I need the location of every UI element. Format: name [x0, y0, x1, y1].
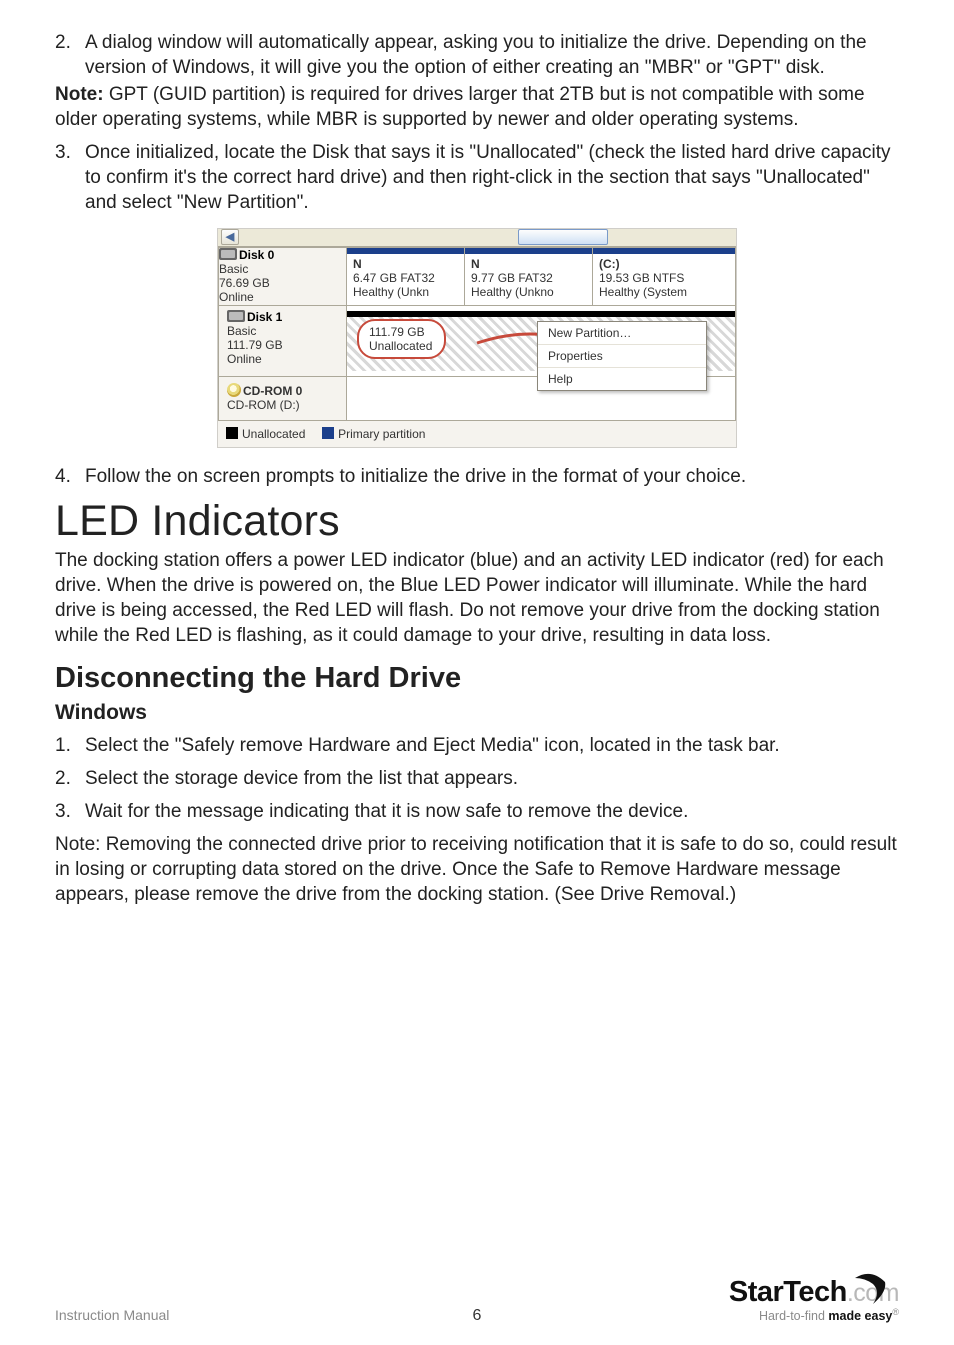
- legend-unallocated-swatch: [226, 427, 238, 439]
- menu-new-partition[interactable]: New Partition…: [538, 322, 706, 345]
- legend: Unallocated Primary partition: [218, 421, 736, 447]
- swoosh-icon: [851, 1272, 889, 1308]
- step-2: 2. A dialog window will automatically ap…: [55, 30, 899, 80]
- disc-step-2-num: 2.: [55, 766, 71, 791]
- disk1-status: Online: [227, 352, 338, 366]
- vol3-size: 19.53 GB NTFS: [599, 271, 729, 285]
- vol2-size: 9.77 GB FAT32: [471, 271, 586, 285]
- led-paragraph: The docking station offers a power LED i…: [55, 548, 899, 648]
- callout-bubble: 111.79 GB Unallocated: [357, 319, 446, 359]
- disk0-size: 76.69 GB: [219, 276, 346, 290]
- disc-step-1: 1. Select the "Safely remove Hardware an…: [55, 733, 899, 758]
- step-2-num: 2.: [55, 30, 71, 55]
- horizontal-scrollbar[interactable]: ◀: [218, 229, 736, 247]
- subheading-windows: Windows: [55, 701, 899, 725]
- step-4-text: Follow the on screen prompts to initiali…: [85, 466, 746, 487]
- disk0-title: Disk 0: [219, 248, 346, 262]
- vol3-letter: (C:): [599, 257, 729, 271]
- step-3: 3. Once initialized, locate the Disk tha…: [55, 140, 899, 215]
- disc-step-3-text: Wait for the message indicating that it …: [85, 801, 688, 822]
- vol2-letter: N: [471, 257, 586, 271]
- callout-status: Unallocated: [369, 339, 432, 353]
- disc-step-2: 2. Select the storage device from the li…: [55, 766, 899, 791]
- footer-page-number: 6: [473, 1307, 482, 1325]
- disc-step-3-num: 3.: [55, 799, 71, 824]
- disk-icon: [227, 310, 245, 322]
- heading-disconnecting: Disconnecting the Hard Drive: [55, 662, 899, 695]
- disk0-row: Disk 0 Basic 76.69 GB Online N 6.47 GB F…: [219, 247, 736, 305]
- footer-instruction-manual: Instruction Manual: [55, 1307, 169, 1323]
- disk1-title: Disk 1: [227, 310, 338, 324]
- disk-management-diagram: ◀ Disk 0 Basic 76.69 GB Online N 6.47 GB…: [217, 228, 737, 448]
- vol2-status: Healthy (Unkno: [471, 285, 586, 299]
- scroll-thumb[interactable]: [518, 229, 608, 245]
- vol1-status: Healthy (Unkn: [353, 285, 458, 299]
- page-footer: Instruction Manual 6 StarTech.com Hard-t…: [55, 1276, 899, 1323]
- callout-size: 111.79 GB: [369, 325, 432, 339]
- volume-3[interactable]: (C:) 19.53 GB NTFS Healthy (System: [593, 254, 735, 305]
- note-paragraph: Note: GPT (GUID partition) is required f…: [55, 82, 899, 132]
- disk1-row: Disk 1 Basic 111.79 GB Online 111.79 GB …: [219, 305, 736, 376]
- disk1-type: Basic: [227, 324, 338, 338]
- note-text: GPT (GUID partition) is required for dri…: [55, 84, 865, 130]
- note-label: Note:: [55, 84, 104, 105]
- disc-step-3: 3. Wait for the message indicating that …: [55, 799, 899, 824]
- menu-properties[interactable]: Properties: [538, 345, 706, 368]
- cdrom-title: CD-ROM 0: [227, 383, 338, 398]
- startech-logo: StarTech.com Hard-to-find made easy®: [729, 1276, 899, 1323]
- step-4-num: 4.: [55, 464, 71, 489]
- scroll-left-arrow-icon[interactable]: ◀: [221, 229, 239, 245]
- brand-tagline: Hard-to-find made easy®: [729, 1307, 899, 1323]
- vol1-size: 6.47 GB FAT32: [353, 271, 458, 285]
- legend-primary-swatch: [322, 427, 334, 439]
- heading-led-indicators: LED Indicators: [55, 497, 899, 546]
- step-3-num: 3.: [55, 140, 71, 165]
- step-2-text: A dialog window will automatically appea…: [85, 32, 867, 78]
- context-menu: New Partition… Properties Help: [537, 321, 707, 391]
- step-4: 4. Follow the on screen prompts to initi…: [55, 464, 899, 489]
- cdrom-sub: CD-ROM (D:): [227, 398, 338, 412]
- disc-step-2-text: Select the storage device from the list …: [85, 768, 518, 789]
- brand-name: StarTech: [729, 1276, 847, 1308]
- disk0-status: Online: [219, 290, 346, 304]
- disc-note: Note: Removing the connected drive prior…: [55, 832, 899, 907]
- disc-step-1-text: Select the "Safely remove Hardware and E…: [85, 735, 780, 756]
- volume-2[interactable]: N 9.77 GB FAT32 Healthy (Unkno: [465, 254, 592, 305]
- volume-1[interactable]: N 6.47 GB FAT32 Healthy (Unkn: [347, 254, 464, 305]
- vol1-letter: N: [353, 257, 458, 271]
- unallocated-region[interactable]: 111.79 GB Unallocated New Partition… Pro…: [347, 317, 735, 371]
- legend-unallocated-label: Unallocated: [242, 427, 305, 441]
- disc-step-1-num: 1.: [55, 733, 71, 758]
- disk-icon: [219, 248, 237, 260]
- disk0-type: Basic: [219, 262, 346, 276]
- cdrom-icon: [227, 383, 241, 397]
- step-3-text: Once initialized, locate the Disk that s…: [85, 142, 891, 213]
- legend-primary-label: Primary partition: [338, 427, 425, 441]
- vol3-status: Healthy (System: [599, 285, 729, 299]
- menu-help[interactable]: Help: [538, 368, 706, 390]
- disk1-size: 111.79 GB: [227, 338, 338, 352]
